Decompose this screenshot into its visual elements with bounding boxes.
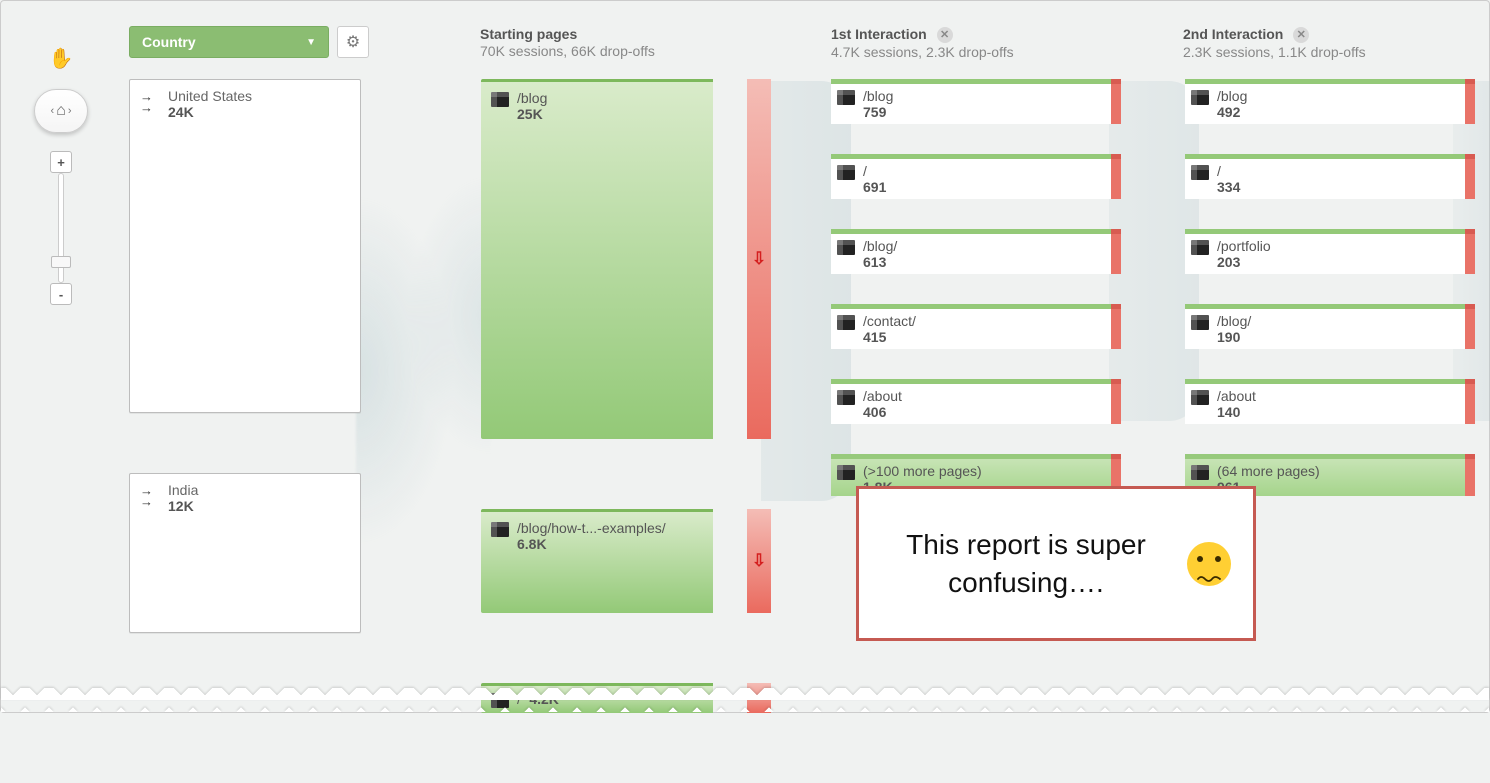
interaction1-sub: 4.7K sessions, 2.3K drop-offs	[831, 44, 1014, 60]
interaction-node[interactable]: /blog492	[1185, 79, 1475, 124]
interaction-node-label: /blog/	[863, 238, 897, 254]
interaction-node-value: 759	[863, 104, 893, 120]
page-icon	[1191, 390, 1209, 405]
gear-icon: ⚙	[346, 32, 360, 52]
interaction-node-value: 613	[863, 254, 897, 270]
starting-pages-title: Starting pages	[480, 26, 655, 42]
dimension-node-label: India	[168, 482, 198, 498]
interaction-node-value: 140	[1217, 404, 1256, 420]
interaction-node-value: 406	[863, 404, 902, 420]
interaction-node[interactable]: /about140	[1185, 379, 1475, 424]
dropoff-bar[interactable]	[1111, 154, 1121, 199]
traffic-arrows-icon: →→	[140, 91, 160, 113]
interaction-node-value: 492	[1217, 104, 1247, 120]
interaction-node[interactable]: /334	[1185, 154, 1475, 199]
starting-page-node[interactable]: /blog 25K ⇩	[481, 79, 771, 439]
dropoff-bar[interactable]: ⇩	[747, 509, 771, 613]
dropoff-arrow-icon: ⇩	[752, 249, 766, 269]
woozy-face-emoji-icon	[1187, 542, 1231, 586]
page-icon	[837, 315, 855, 330]
dropoff-bar[interactable]	[1465, 79, 1475, 124]
dimension-dropdown[interactable]: Country ▼	[129, 26, 329, 58]
interaction-node-value: 691	[863, 179, 886, 195]
interaction-node-label: /portfolio	[1217, 238, 1271, 254]
dropoff-bar[interactable]	[1111, 229, 1121, 274]
page-icon	[1191, 465, 1209, 480]
interaction-node-value: 203	[1217, 254, 1271, 270]
interaction-node-label: /blog	[863, 88, 893, 104]
interaction2-title: 2nd Interaction	[1183, 26, 1283, 42]
interaction2-remove-button[interactable]: ✕	[1293, 27, 1309, 43]
starting-pages-sub: 70K sessions, 66K drop-offs	[480, 43, 655, 59]
traffic-arrows-icon: →→	[140, 485, 160, 507]
interaction-node-label: /	[1217, 163, 1240, 179]
interaction-node[interactable]: /691	[831, 154, 1121, 199]
page-icon	[491, 522, 509, 537]
page-icon	[837, 90, 855, 105]
interaction-node-label: /contact/	[863, 313, 916, 329]
page-icon	[1191, 90, 1209, 105]
starting-page-value: 6.8K	[517, 536, 666, 552]
interaction-node-label: /	[863, 163, 886, 179]
interaction-node[interactable]: /portfolio203	[1185, 229, 1475, 274]
dimension-node-label: United States	[168, 88, 252, 104]
interaction-node[interactable]: /contact/415	[831, 304, 1121, 349]
interaction2-sub: 2.3K sessions, 1.1K drop-offs	[1183, 44, 1366, 60]
interaction-node-label: (64 more pages)	[1217, 463, 1320, 479]
interaction-node[interactable]: /about406	[831, 379, 1121, 424]
pan-hand-icon[interactable]: ✋	[49, 46, 74, 71]
chevron-down-icon: ▼	[306, 37, 316, 48]
interaction-node-value: 415	[863, 329, 916, 345]
dropoff-bar[interactable]	[1465, 229, 1475, 274]
dimension-node-value: 24K	[168, 104, 252, 120]
interaction-node-label: (>100 more pages)	[863, 463, 982, 479]
interaction-node-label: /about	[863, 388, 902, 404]
starting-page-label: /blog	[517, 90, 547, 106]
dropoff-arrow-icon: ⇩	[752, 551, 766, 571]
page-icon	[1191, 165, 1209, 180]
page-icon	[491, 92, 509, 107]
starting-page-label: /blog/how-t...-examples/	[517, 520, 666, 536]
page-icon	[837, 165, 855, 180]
dimension-node[interactable]: →→ India 12K	[129, 473, 361, 633]
page-icon	[837, 240, 855, 255]
interaction-node[interactable]: /blog759	[831, 79, 1121, 124]
torn-edge-decoration	[1, 688, 1489, 712]
starting-page-node[interactable]: /blog/how-t...-examples/ 6.8K ⇩	[481, 509, 771, 613]
interaction1-remove-button[interactable]: ✕	[937, 27, 953, 43]
page-icon	[837, 465, 855, 480]
interaction1-title: 1st Interaction	[831, 26, 927, 42]
dropoff-bar[interactable]	[1465, 379, 1475, 424]
interaction-node-label: /blog	[1217, 88, 1247, 104]
interaction-node-label: /blog/	[1217, 313, 1251, 329]
dropoff-bar[interactable]	[1111, 304, 1121, 349]
dimension-node[interactable]: →→ United States 24K	[129, 79, 361, 413]
interaction-node-label: /about	[1217, 388, 1256, 404]
interaction-node-value: 190	[1217, 329, 1251, 345]
dropoff-bar[interactable]	[1465, 154, 1475, 199]
settings-button[interactable]: ⚙	[337, 26, 369, 58]
page-icon	[1191, 315, 1209, 330]
page-icon	[1191, 240, 1209, 255]
page-icon	[837, 390, 855, 405]
dimension-node-value: 12K	[168, 498, 198, 514]
dropoff-bar[interactable]	[1465, 454, 1475, 496]
dimension-dropdown-label: Country	[142, 34, 196, 50]
interaction-node[interactable]: /blog/613	[831, 229, 1121, 274]
dropoff-bar[interactable]	[1465, 304, 1475, 349]
dropoff-bar[interactable]: ⇩	[747, 79, 771, 439]
dropoff-bar[interactable]	[1111, 379, 1121, 424]
annotation-text: This report is super confusing….	[881, 526, 1171, 602]
annotation-callout: This report is super confusing….	[856, 486, 1256, 641]
dropoff-bar[interactable]	[1111, 79, 1121, 124]
interaction-node-value: 334	[1217, 179, 1240, 195]
starting-page-value: 25K	[517, 106, 547, 122]
interaction-node[interactable]: /blog/190	[1185, 304, 1475, 349]
